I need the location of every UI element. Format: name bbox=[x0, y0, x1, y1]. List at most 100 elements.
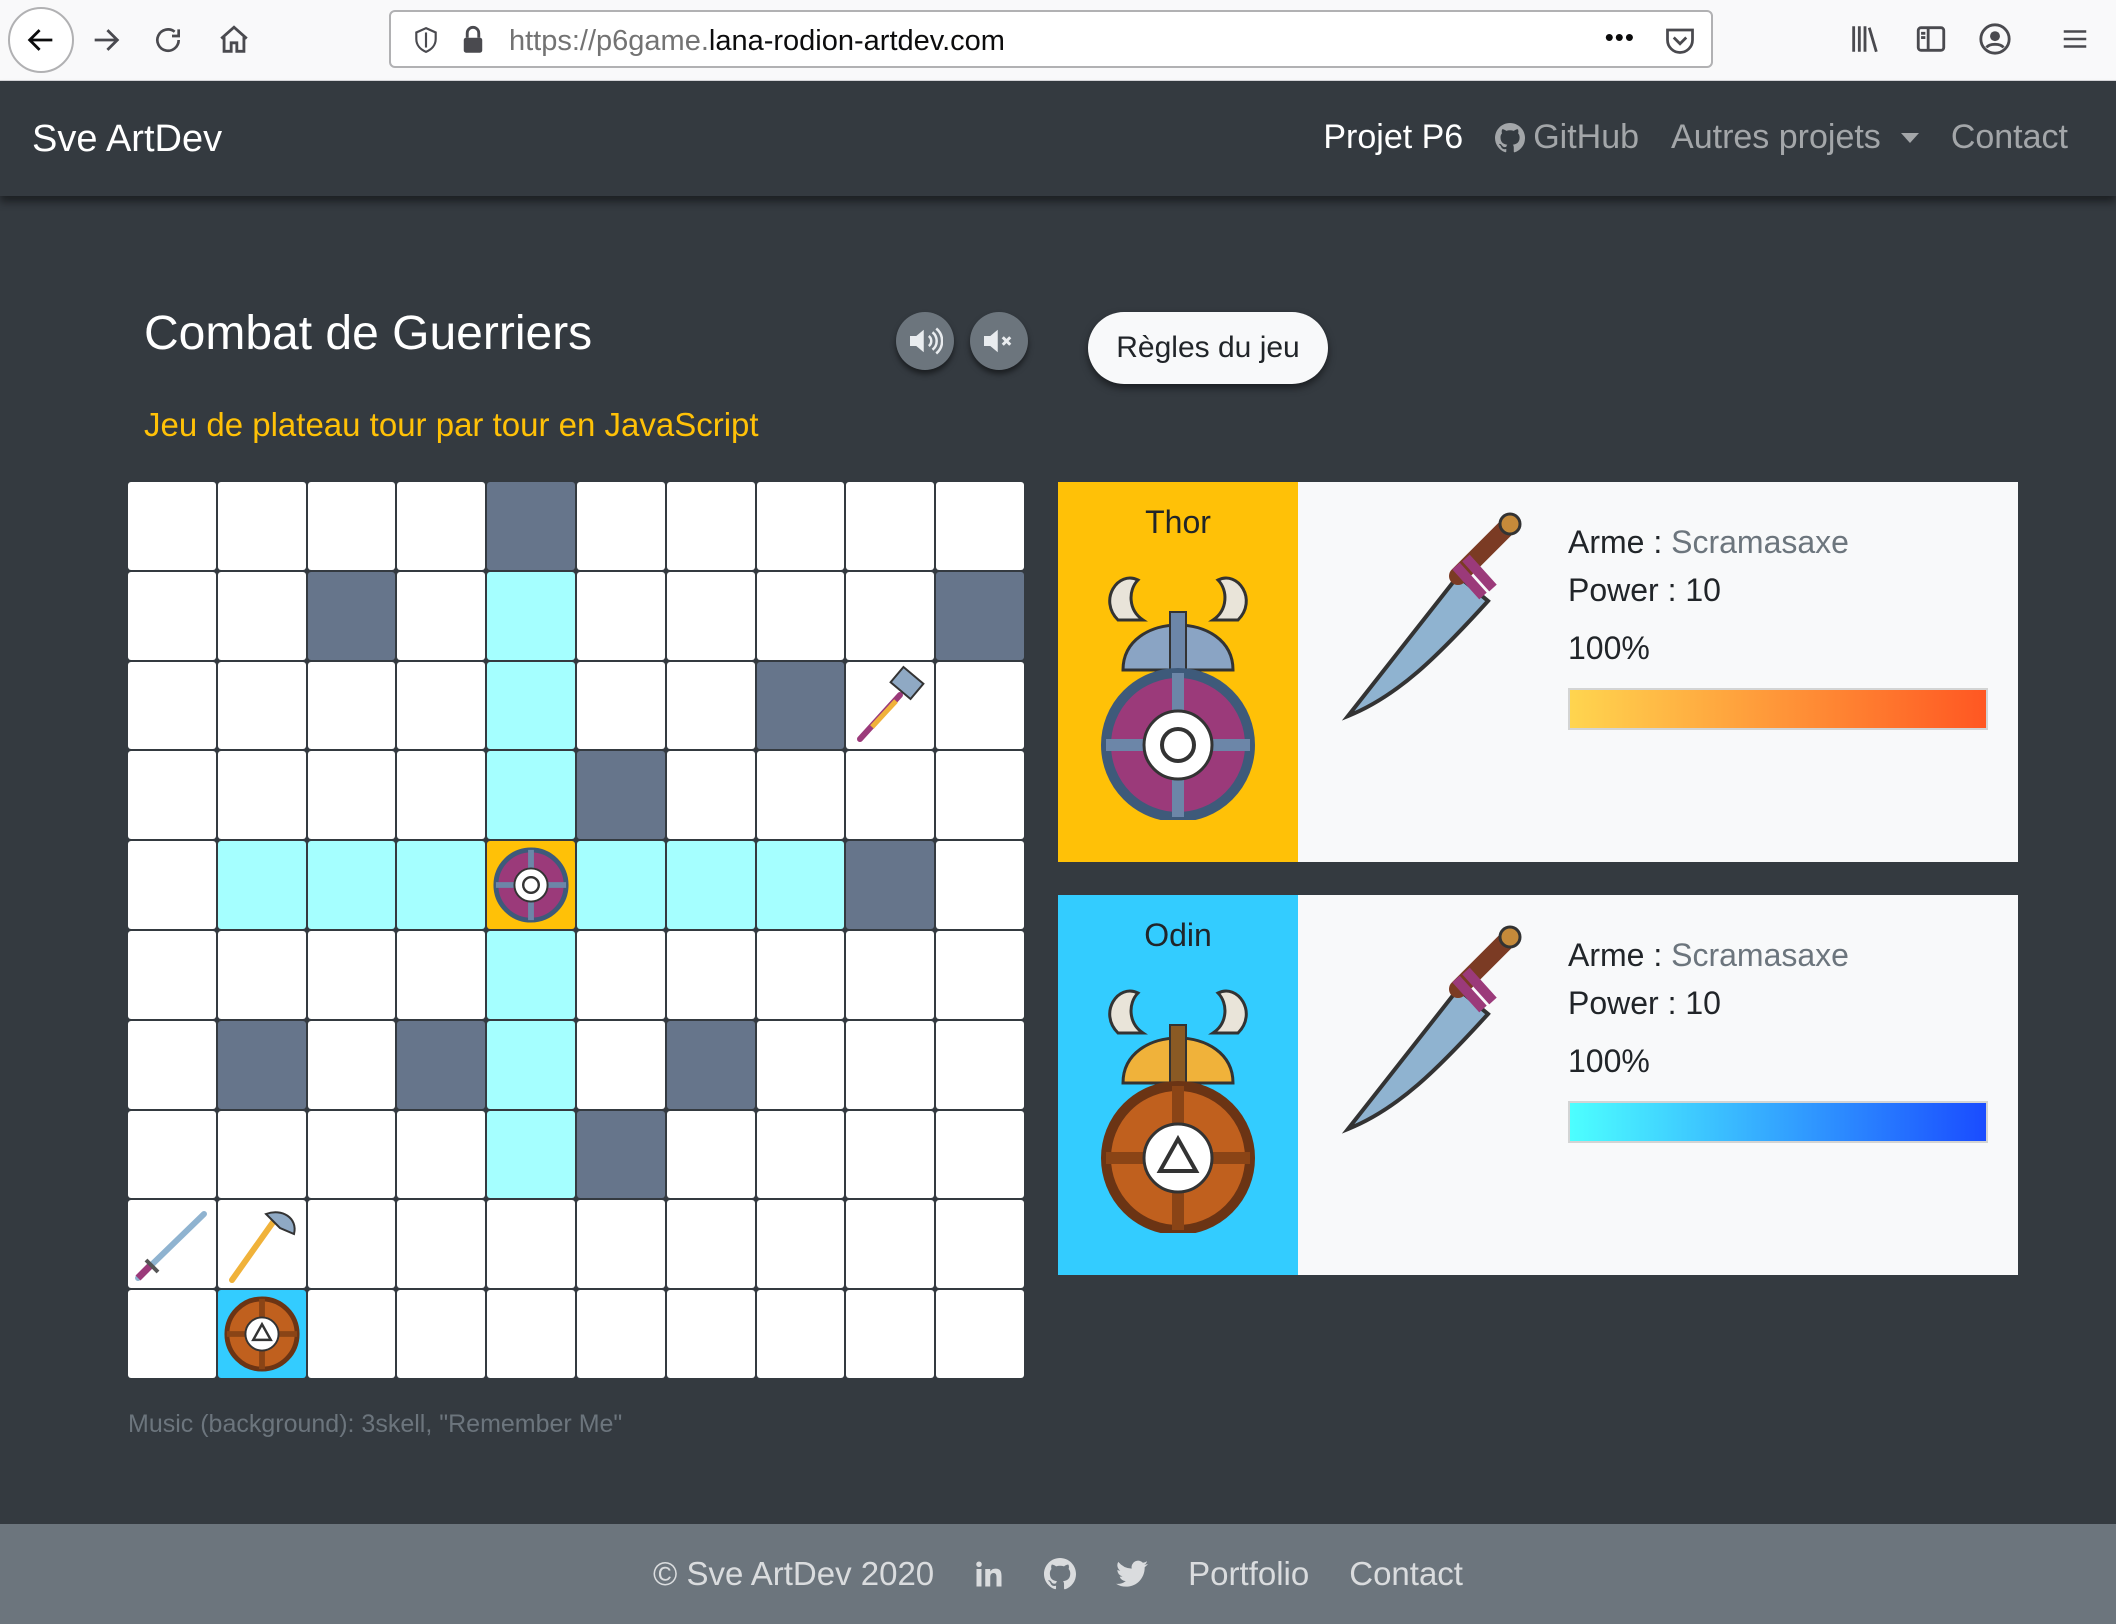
board-cell-player-thor bbox=[487, 841, 575, 929]
board-cell-movable[interactable] bbox=[487, 930, 575, 1019]
board-cell bbox=[936, 1110, 1024, 1199]
board-cell bbox=[756, 1020, 845, 1109]
sword-icon bbox=[134, 1211, 207, 1282]
board-cell bbox=[936, 661, 1024, 750]
nav-projet-p6[interactable]: Projet P6 bbox=[1323, 118, 1463, 157]
health-bar bbox=[1568, 1101, 1988, 1143]
board-cell-wall bbox=[397, 1020, 486, 1109]
board-cell-wall bbox=[217, 1020, 306, 1109]
reload-icon bbox=[156, 28, 181, 53]
player-name: Odin bbox=[1144, 917, 1212, 953]
weapon-label: Arme : bbox=[1568, 937, 1672, 973]
board-cell-movable[interactable] bbox=[307, 841, 396, 929]
sound-on-button[interactable] bbox=[896, 312, 954, 370]
player-card-odin: Odin Arme : Scramasaxe Power : 10 100% bbox=[1058, 895, 2018, 1275]
game-board bbox=[128, 482, 1026, 1380]
hammer-icon bbox=[857, 666, 926, 743]
board-cell-movable[interactable] bbox=[487, 1020, 575, 1109]
url-text: https://p6game.lana-rodion-artdev.com bbox=[509, 25, 1005, 57]
board-cell bbox=[128, 841, 216, 929]
menu-icon[interactable] bbox=[2060, 22, 2090, 56]
nav-autres-projets-label: Autres projets bbox=[1671, 118, 1881, 156]
board-cell bbox=[128, 1290, 216, 1378]
brand-link[interactable]: Sve ArtDev bbox=[32, 118, 222, 161]
board-cell bbox=[936, 751, 1024, 840]
viking-avatar-icon bbox=[1098, 973, 1258, 1238]
site-navbar: Sve ArtDev Projet P6 GitHub Autres proje… bbox=[0, 82, 2116, 196]
board-cell bbox=[307, 751, 396, 840]
library-icon[interactable] bbox=[1848, 22, 1882, 56]
board-cell bbox=[846, 571, 935, 660]
board-cell-wall bbox=[666, 1020, 755, 1109]
nav-contact[interactable]: Contact bbox=[1951, 118, 2068, 157]
reload-button[interactable] bbox=[138, 10, 198, 70]
board-cell bbox=[307, 1110, 396, 1199]
board-cell bbox=[846, 1020, 935, 1109]
board-cell-wall bbox=[576, 1110, 665, 1199]
shield-token-icon bbox=[493, 847, 569, 923]
board-cell-movable[interactable] bbox=[397, 841, 486, 929]
board-cell bbox=[128, 661, 216, 750]
board-cell-movable[interactable] bbox=[487, 661, 575, 750]
board-cell bbox=[576, 661, 665, 750]
weapon-line: Arme : Scramasaxe bbox=[1568, 931, 1849, 979]
board-cell-movable[interactable] bbox=[666, 841, 755, 929]
account-icon[interactable] bbox=[1978, 22, 2012, 56]
board-cell-weapon-hammer bbox=[846, 661, 935, 750]
viking-avatar-icon bbox=[1098, 560, 1258, 825]
board-cell bbox=[666, 930, 755, 1019]
board-cell bbox=[307, 1290, 396, 1378]
forward-button[interactable] bbox=[76, 10, 136, 70]
board-cell bbox=[846, 751, 935, 840]
page-actions-button[interactable]: ••• bbox=[1605, 22, 1635, 53]
board-cell bbox=[397, 1290, 486, 1378]
footer-portfolio-link[interactable]: Portfolio bbox=[1188, 1555, 1309, 1593]
arrow-right-icon bbox=[94, 29, 120, 51]
board-cell bbox=[128, 1020, 216, 1109]
board-cell bbox=[936, 1200, 1024, 1289]
github-icon[interactable] bbox=[1044, 1558, 1077, 1590]
board-cell bbox=[576, 1290, 665, 1378]
sound-off-button[interactable] bbox=[970, 312, 1028, 370]
board-cell-movable[interactable] bbox=[487, 751, 575, 840]
linkedin-icon[interactable] bbox=[974, 1559, 1004, 1589]
player-card-thor: Thor Arme : Scramasaxe Power : 10 100% bbox=[1058, 482, 2018, 862]
board-cell-movable[interactable] bbox=[756, 841, 845, 929]
rules-button[interactable]: Règles du jeu bbox=[1088, 312, 1328, 384]
board-cell-wall bbox=[307, 571, 396, 660]
nav-autres-projets-dropdown[interactable]: Autres projets bbox=[1671, 118, 1919, 157]
board-cell bbox=[756, 930, 845, 1019]
board-cell bbox=[128, 1110, 216, 1199]
axe-icon bbox=[228, 1211, 296, 1284]
board-cell bbox=[936, 930, 1024, 1019]
footer-contact-link[interactable]: Contact bbox=[1349, 1555, 1463, 1593]
sidebar-icon[interactable] bbox=[1914, 22, 1948, 56]
board-cell-movable[interactable] bbox=[576, 841, 665, 929]
board-cell bbox=[936, 482, 1024, 570]
board-cell bbox=[397, 482, 486, 570]
board-cell bbox=[307, 930, 396, 1019]
address-bar[interactable]: https://p6game.lana-rodion-artdev.com ••… bbox=[389, 10, 1713, 68]
board-cell bbox=[666, 751, 755, 840]
power-label: Power : 10 bbox=[1568, 985, 1721, 1021]
caret-down-icon bbox=[1900, 132, 1919, 143]
health-bar-fill bbox=[1570, 690, 1986, 728]
board-cell bbox=[397, 1200, 486, 1289]
board-cell bbox=[307, 1020, 396, 1109]
page-subtitle: Jeu de plateau tour par tour en JavaScri… bbox=[144, 406, 759, 443]
board-cell-movable[interactable] bbox=[217, 841, 306, 929]
board-cell-movable[interactable] bbox=[487, 571, 575, 660]
nav-github[interactable]: GitHub bbox=[1495, 118, 1639, 157]
home-button[interactable] bbox=[204, 10, 264, 70]
twitter-icon[interactable] bbox=[1116, 1560, 1149, 1588]
board-cell bbox=[846, 482, 935, 570]
board-cell bbox=[846, 1200, 935, 1289]
back-button[interactable] bbox=[8, 7, 74, 73]
pocket-icon[interactable] bbox=[1665, 26, 1695, 54]
board-cell-movable[interactable] bbox=[487, 1110, 575, 1199]
board-cell-weapon-sword bbox=[128, 1200, 216, 1289]
arrow-left-icon bbox=[27, 29, 53, 51]
board-cell-wall bbox=[576, 751, 665, 840]
board-cell bbox=[128, 751, 216, 840]
board-cell bbox=[307, 1200, 396, 1289]
